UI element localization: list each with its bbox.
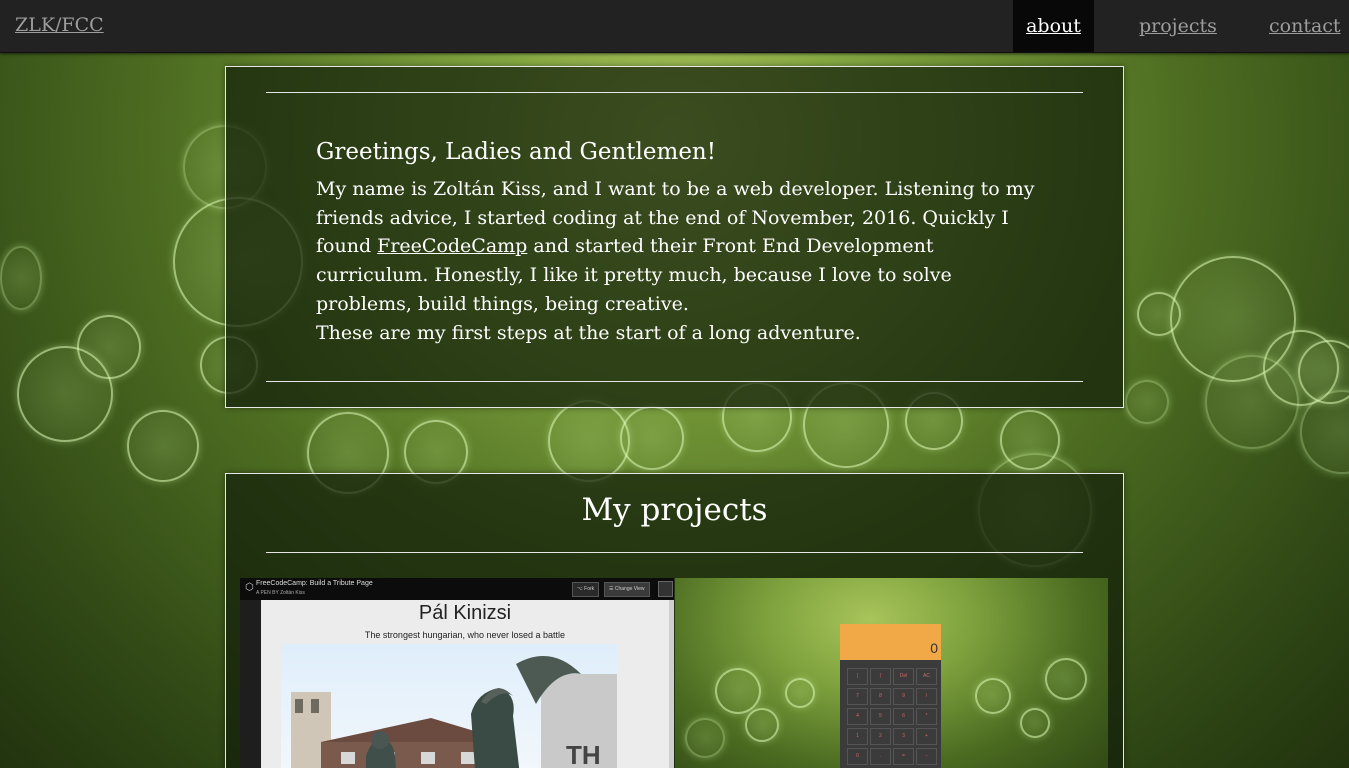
tribute-subtitle: The strongest hungarian, who never losed… [364, 630, 566, 640]
about-text: My name is Zoltán Kiss, and I want to be… [316, 175, 1036, 347]
calc-key: * [916, 708, 937, 725]
statue-photo: TH [281, 644, 617, 768]
calc-key: . [870, 748, 891, 765]
calc-key: = [893, 748, 914, 765]
avatar [658, 581, 673, 597]
divider-bottom [266, 381, 1083, 382]
nav-link-projects[interactable]: projects [1139, 0, 1217, 52]
calc-key: + [916, 728, 937, 745]
scrollbar [669, 600, 674, 768]
calc-key: 0 [847, 748, 868, 765]
nav-link-contact[interactable]: contact [1269, 0, 1341, 52]
about-heading: Greetings, Ladies and Gentlemen! [316, 139, 716, 165]
brand-link[interactable]: ZLK/FCC [15, 14, 104, 36]
calc-key: 9 [893, 688, 914, 705]
about-text-second-line: These are my first steps at the start of… [316, 321, 861, 344]
navbar: ZLK/FCC about projects contact [0, 0, 1349, 53]
tribute-name: Pál Kinizsi [418, 602, 512, 624]
projects-title: My projects [581, 492, 768, 528]
codepen-header: ⬡ FreeCodeCamp: Build a Tribute Page A P… [240, 578, 674, 600]
calc-key: 1 [847, 728, 868, 745]
calc-key: 4 [847, 708, 868, 725]
calc-key: ( [847, 668, 868, 685]
calculator-display-value: 0 [930, 640, 938, 656]
calc-key: 7 [847, 688, 868, 705]
calculator-display: 0 [840, 624, 941, 660]
calc-key: AC [916, 668, 937, 685]
projects-divider [266, 552, 1083, 553]
project-thumbnail-calculator[interactable]: 0 ( ) Del AC 7 8 9 / 4 5 6 * 1 2 3 + 0 .… [675, 578, 1108, 768]
calc-key: / [916, 688, 937, 705]
calc-key: 5 [870, 708, 891, 725]
codepen-logo-icon: ⬡ [245, 582, 254, 593]
calc-key: 2 [870, 728, 891, 745]
freecodecamp-link[interactable]: FreeCodeCamp [377, 235, 527, 257]
codepen-byline: A PEN BY Zoltán Kiss [256, 590, 305, 596]
nav-link-about[interactable]: about [1013, 0, 1094, 52]
calc-key: 6 [893, 708, 914, 725]
calc-key: - [916, 748, 937, 765]
about-section: Greetings, Ladies and Gentlemen! My name… [225, 66, 1124, 408]
codepen-pen-title: FreeCodeCamp: Build a Tribute Page [256, 580, 373, 587]
fork-button: ⌥ Fork [572, 582, 600, 597]
calc-key: 8 [870, 688, 891, 705]
projects-section: My projects ⬡ FreeCodeCamp: Build a Trib… [225, 473, 1124, 768]
calculator-preview: 0 ( ) Del AC 7 8 9 / 4 5 6 * 1 2 3 + 0 .… [840, 624, 941, 768]
calc-key: 3 [893, 728, 914, 745]
calc-key: ) [870, 668, 891, 685]
project-thumbnail-tribute-page[interactable]: ⬡ FreeCodeCamp: Build a Tribute Page A P… [240, 578, 674, 768]
tribute-page-preview: Pál Kinizsi The strongest hungarian, who… [261, 600, 669, 768]
divider-top [266, 92, 1083, 93]
svg-text:TH: TH [566, 740, 601, 768]
calc-key: Del [893, 668, 914, 685]
change-view-button: ☰ Change View [604, 582, 650, 597]
